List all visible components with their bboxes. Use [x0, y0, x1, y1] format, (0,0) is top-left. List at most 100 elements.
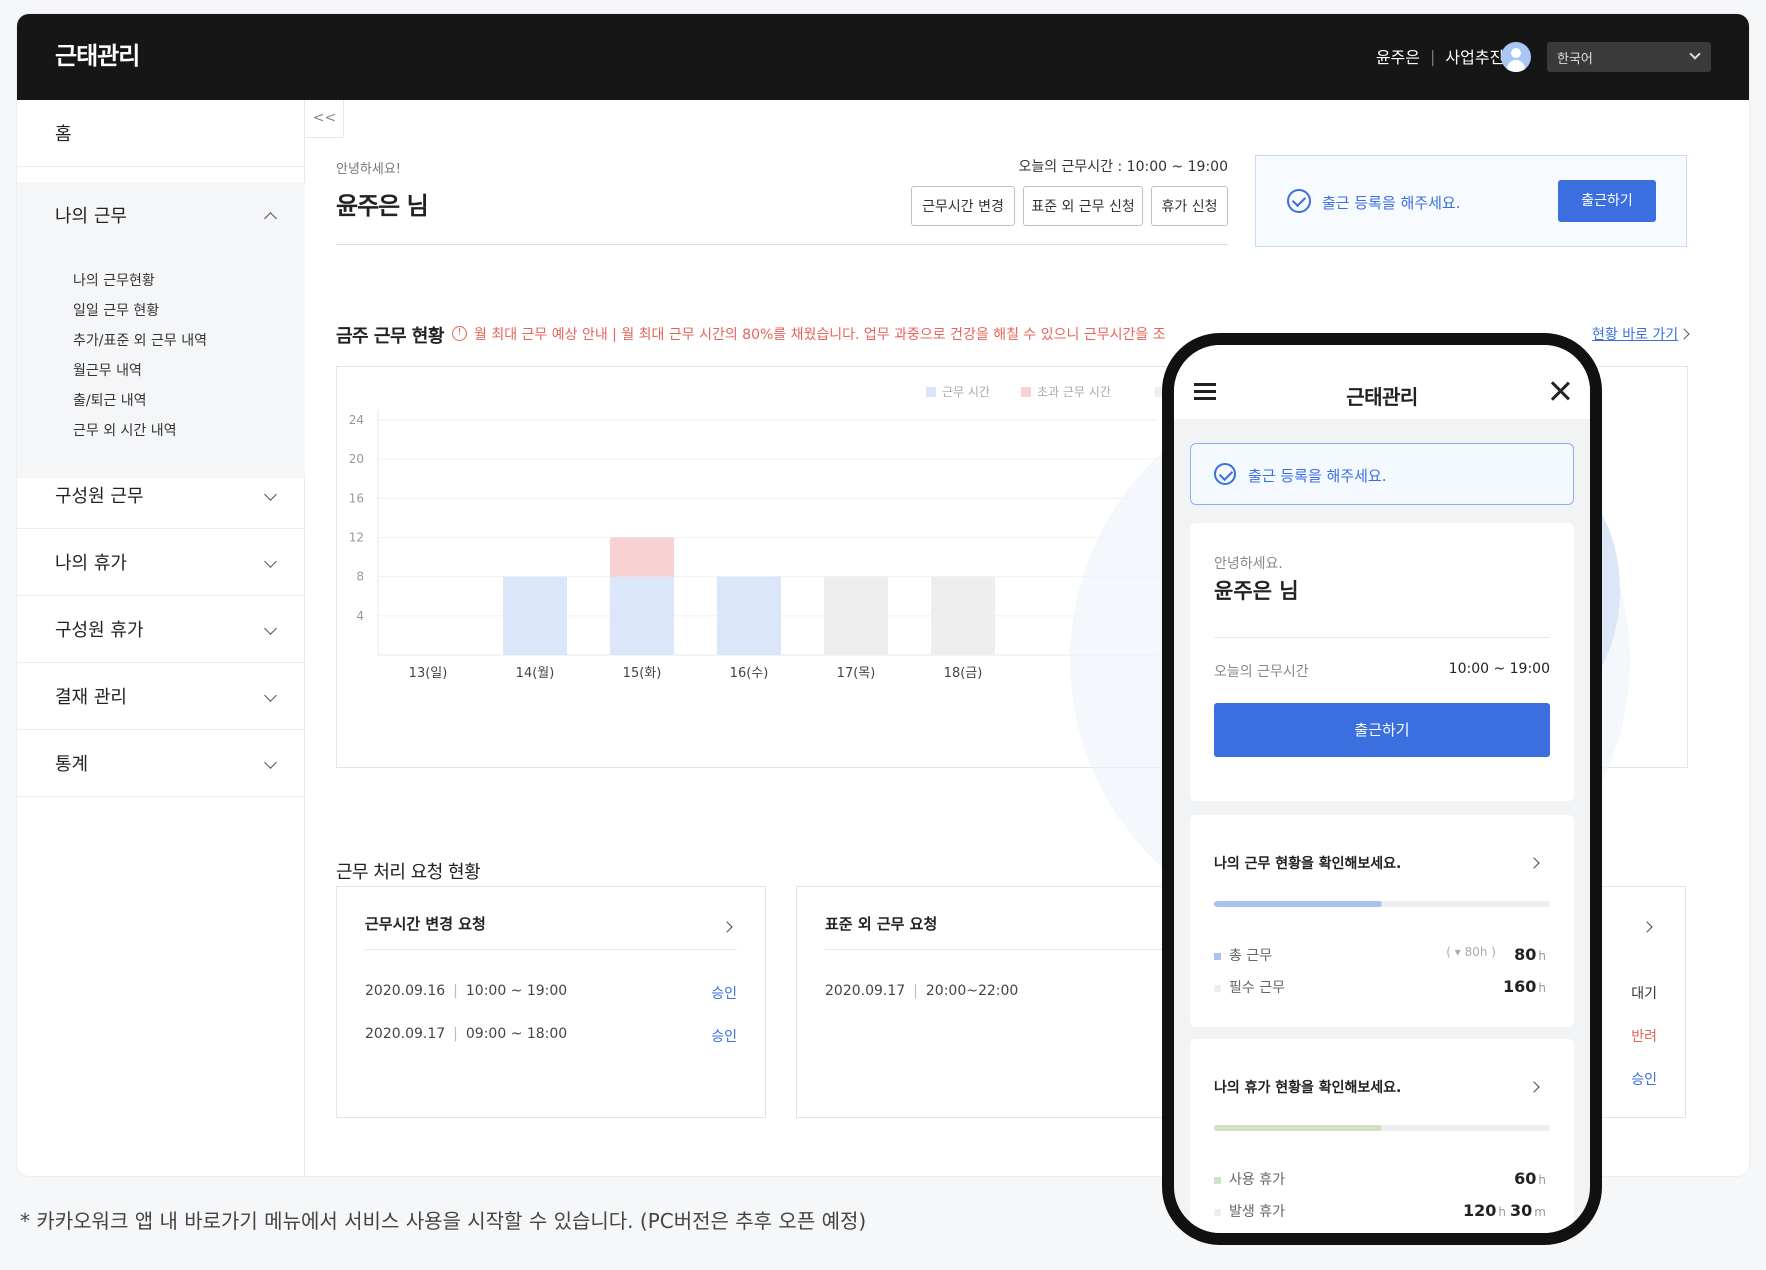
- chart-bar: [931, 576, 995, 655]
- legend-swatch: [926, 387, 936, 397]
- warning-message: 월 최대 근무 예상 안내 | 월 최대 근무 시간의 80%를 채웠습니다. …: [474, 327, 1166, 343]
- request-row[interactable]: 2020.09.17 | 20:00~22:00: [825, 983, 1197, 999]
- sidebar-subitem[interactable]: 일일 근무 현황: [73, 300, 159, 320]
- mobile-hello: 안녕하세요.: [1214, 556, 1283, 572]
- y-tick-label: 20: [349, 452, 364, 466]
- work-progress-bar: [1214, 901, 1550, 907]
- sidebar-subitem[interactable]: 월근무 내역: [73, 360, 142, 380]
- chart-bar: [824, 576, 888, 655]
- mobile-leave-row: 발생 휴가 120 h 30 m: [1214, 1201, 1550, 1221]
- row-unit: m: [1534, 1205, 1546, 1219]
- divider: [825, 949, 1197, 950]
- y-tick-label: 4: [356, 609, 364, 623]
- row-unit: h: [1538, 981, 1546, 995]
- top-bar: 근태관리 윤주은 | 사업추진실 한국어: [17, 14, 1749, 100]
- y-tick-label: 24: [349, 413, 364, 427]
- leave-request-button[interactable]: 휴가 신청: [1151, 186, 1228, 226]
- sidebar-subitem[interactable]: 나의 근무현황: [73, 270, 155, 290]
- close-icon[interactable]: [1550, 381, 1570, 401]
- row-value: 160: [1502, 977, 1537, 996]
- request-time: 09:00 ~ 18:00: [465, 1026, 568, 1042]
- request-row[interactable]: 2020.09.16 | 10:00 ~ 19:00 승인: [365, 983, 737, 1002]
- legend-swatch: [1021, 387, 1031, 397]
- user-info: 윤주은 | 사업추진실: [1376, 44, 1519, 68]
- sidebar-item-label: 구성원 근무: [55, 486, 144, 507]
- sidebar-subitem[interactable]: 추가/표준 외 근무 내역: [73, 330, 207, 350]
- chevron-up-icon: [264, 212, 277, 225]
- language-value: 한국어: [1557, 52, 1593, 67]
- check-circle-icon: [1287, 189, 1311, 213]
- sidebar-item-stats[interactable]: 통계: [17, 730, 305, 797]
- sidebar-item-my-leave[interactable]: 나의 휴가: [17, 529, 305, 596]
- week-status-link[interactable]: 현황 바로 가기: [1592, 324, 1678, 344]
- row-label: 필수 근무: [1229, 980, 1285, 996]
- chevron-down-icon: [264, 488, 277, 501]
- request-status: 대기: [1631, 986, 1657, 1002]
- y-tick-label: 16: [349, 491, 364, 505]
- mobile-checkin-message: 출근 등록을 해주세요.: [1248, 467, 1387, 485]
- leave-progress-fill: [1214, 1125, 1382, 1131]
- divider: [365, 949, 737, 950]
- mobile-checkin-button[interactable]: 출근하기: [1214, 703, 1550, 757]
- requests-title: 근무 처리 요청 현황: [336, 862, 481, 883]
- checkin-button[interactable]: 출근하기: [1558, 180, 1656, 222]
- row-unit: h: [1498, 1205, 1507, 1219]
- request-status: 승인: [711, 986, 737, 1002]
- x-tick-label: 15(화): [623, 666, 662, 681]
- sidebar-subitem[interactable]: 출/퇴근 내역: [73, 390, 147, 410]
- row-unit: h: [1538, 949, 1546, 963]
- mobile-device: 근태관리 출근 등록을 해주세요. 안녕하세요. 윤주은 님 오늘의 근무시간 …: [1162, 333, 1602, 1245]
- mobile-leave-row: 사용 휴가 60 h: [1214, 1169, 1550, 1189]
- check-circle-icon: [1214, 463, 1236, 485]
- y-tick-label: 8: [356, 570, 364, 584]
- chevron-down-icon: [264, 689, 277, 702]
- warning-icon: !: [452, 326, 467, 341]
- leave-progress-bar: [1214, 1125, 1550, 1131]
- request-card-hours-change[interactable]: 근무시간 변경 요청 2020.09.16 | 10:00 ~ 19:00 승인 2…: [336, 886, 766, 1118]
- footnote: * 카카오워크 앱 내 바로가기 메뉴에서 서비스 사용을 시작할 수 있습니다…: [20, 1209, 867, 1233]
- chart-bar: [610, 576, 674, 655]
- request-date: 2020.09.16: [365, 983, 446, 999]
- chevron-right-icon: [1641, 921, 1653, 933]
- change-hours-button[interactable]: 근무시간 변경: [911, 186, 1015, 226]
- sidebar-item-home[interactable]: 홈: [17, 100, 305, 167]
- greeting-hello: 안녕하세요!: [336, 162, 402, 177]
- row-value: 80: [1514, 945, 1537, 964]
- separator: |: [1430, 46, 1436, 66]
- sidebar-item-label: 나의 근무: [55, 206, 127, 227]
- request-row[interactable]: 2020.09.17 | 09:00 ~ 18:00 승인: [365, 1026, 737, 1045]
- language-select[interactable]: 한국어: [1547, 42, 1711, 72]
- row-value: 60: [1514, 1169, 1537, 1188]
- nonstandard-work-button[interactable]: 표준 외 근무 신청: [1023, 186, 1143, 226]
- divider: [336, 244, 1228, 245]
- x-tick-label: 17(목): [837, 666, 876, 681]
- x-tick-label: 13(일): [409, 666, 448, 681]
- avatar[interactable]: [1501, 42, 1531, 72]
- sidebar-item-my-work[interactable]: 나의 근무: [17, 182, 305, 249]
- mobile-screen: 근태관리 출근 등록을 해주세요. 안녕하세요. 윤주은 님 오늘의 근무시간 …: [1174, 345, 1590, 1233]
- y-tick-label: 12: [349, 531, 364, 545]
- today-work-hours: 오늘의 근무시간 : 10:00 ~ 19:00: [1018, 159, 1228, 175]
- sidebar-item-label: 통계: [55, 754, 89, 775]
- row-label: 사용 휴가: [1229, 1172, 1285, 1188]
- request-time: 10:00 ~ 19:00: [465, 983, 568, 999]
- row-label: 총 근무: [1229, 948, 1273, 964]
- chart-bar: [610, 537, 674, 577]
- legend-label: 초과 근무 시간: [1037, 385, 1111, 399]
- sidebar-item-members-work[interactable]: 구성원 근무: [17, 462, 305, 529]
- mobile-leave-card-title: 나의 휴가 현황을 확인해보세요.: [1214, 1080, 1402, 1096]
- request-status: 승인: [1631, 1072, 1657, 1088]
- greeting-name: 윤주은 님: [336, 192, 429, 220]
- request-date: 2020.09.17: [825, 983, 906, 999]
- chevron-down-icon: [264, 756, 277, 769]
- request-card-title: 표준 외 근무 요청: [825, 915, 938, 933]
- mobile-today-label: 오늘의 근무시간: [1214, 664, 1309, 680]
- sidebar-item-members-leave[interactable]: 구성원 휴가: [17, 596, 305, 663]
- sidebar-subitem[interactable]: 근무 외 시간 내역: [73, 420, 177, 440]
- x-tick-label: 14(월): [516, 666, 555, 681]
- sidebar-item-label: 구성원 휴가: [55, 620, 144, 641]
- chart-bar: [717, 576, 781, 655]
- collapse-sidebar-button[interactable]: <<: [306, 100, 344, 138]
- sidebar-item-approval[interactable]: 결재 관리: [17, 663, 305, 730]
- mobile-header: 근태관리: [1174, 345, 1590, 419]
